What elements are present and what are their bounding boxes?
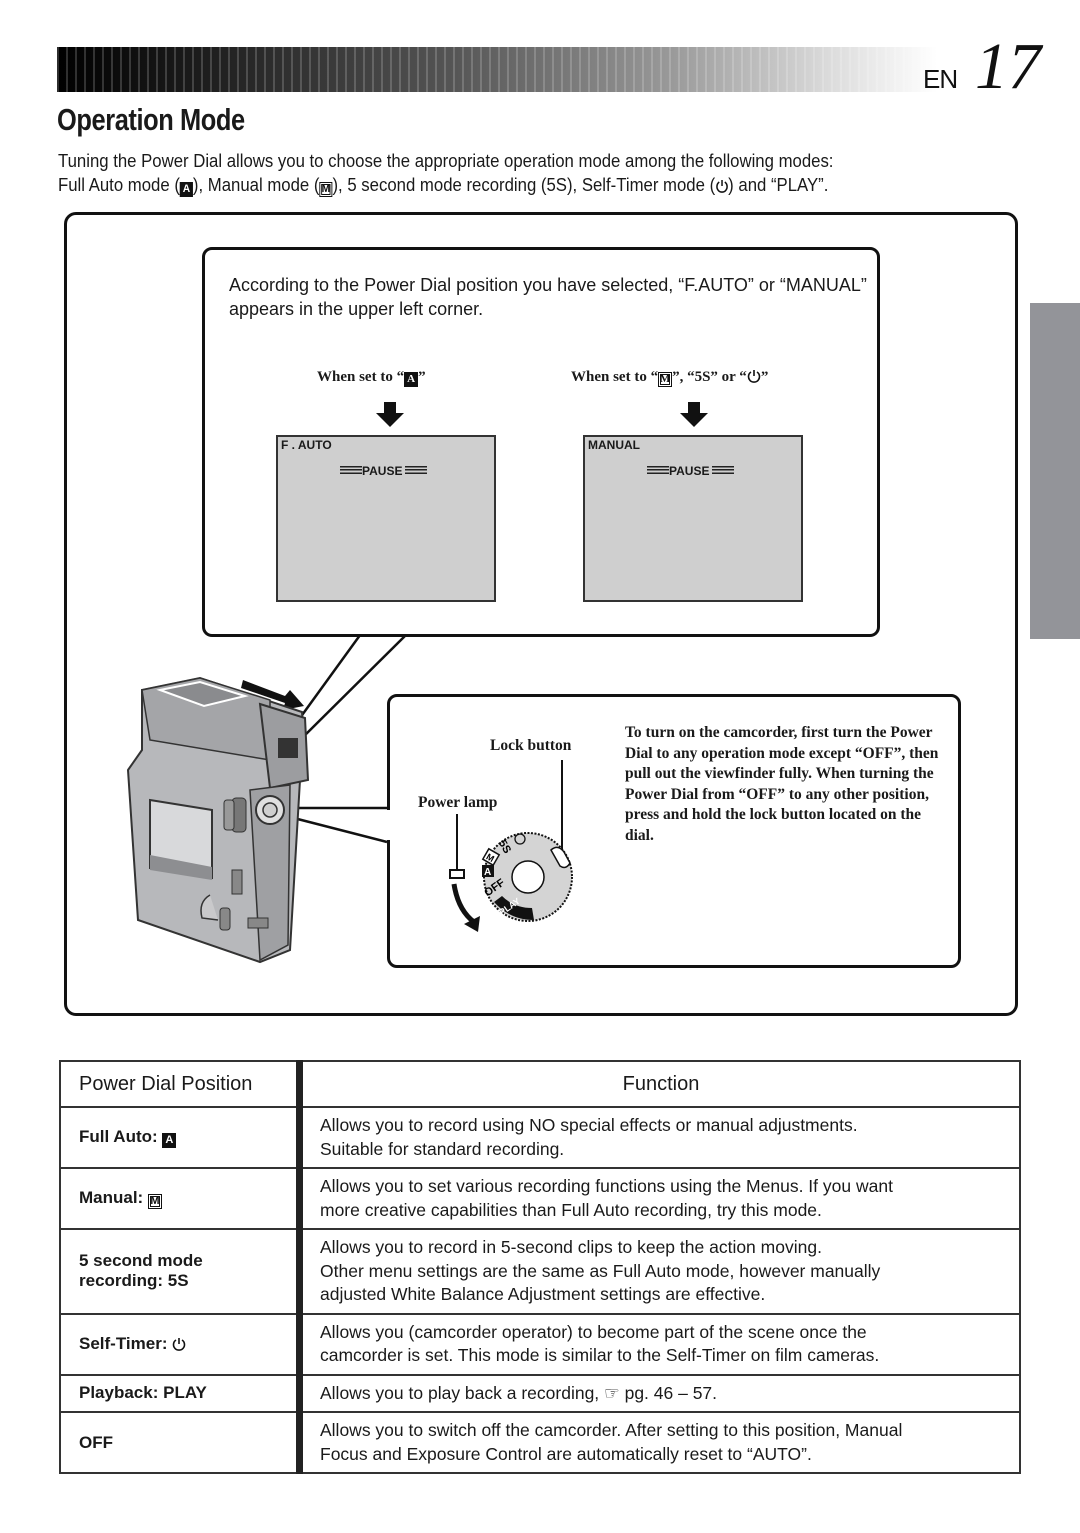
- viewfinder-eyepiece: [278, 738, 298, 758]
- function-line: Allows you to set various recording func…: [320, 1176, 893, 1196]
- function-full-auto: Allows you to record using NO special ef…: [298, 1106, 1021, 1169]
- pause-lines-icon: [405, 466, 428, 474]
- lock-button-label: Lock button: [490, 737, 572, 754]
- screen-preview-auto: F . AUTO PAUSE: [276, 435, 496, 602]
- position-self-timer: Self-Timer:: [59, 1312, 303, 1376]
- function-line: Suitable for standard recording.: [320, 1138, 565, 1159]
- svg-text:A: A: [484, 867, 491, 878]
- full-auto-icon: A: [162, 1133, 177, 1148]
- camcorder-illustration: [126, 676, 310, 964]
- table-row: Full Auto: A Allows you to record using …: [59, 1106, 1021, 1169]
- callout-tail-join: [364, 628, 408, 634]
- function-5s: Allows you to record in 5-second clips t…: [298, 1228, 1021, 1315]
- position-5s: 5 second mode recording: 5S: [59, 1228, 303, 1315]
- label-when-set-manual: When set to “M”, “5S” or “ ”: [571, 369, 768, 387]
- self-timer-icon: [172, 1338, 186, 1351]
- function-line: more creative capabilities than Full Aut…: [320, 1199, 822, 1220]
- function-line: Allows you to play back a recording, ☞ p…: [320, 1382, 718, 1403]
- header-function: Function: [298, 1060, 1021, 1108]
- position-text: Full Auto:: [79, 1127, 163, 1146]
- dial-center: [511, 860, 545, 894]
- power-dial-table: Power Dial Position Function Full Auto: …: [59, 1060, 1021, 1474]
- screen-mode-text: MANUAL: [588, 438, 640, 452]
- label-text: When set to “: [317, 369, 405, 385]
- position-text: Playback: PLAY: [79, 1383, 207, 1403]
- pause-lines-icon: [647, 466, 669, 474]
- function-manual: Allows you to set various recording func…: [298, 1167, 1021, 1230]
- label-text: ”: [418, 369, 426, 385]
- down-arrow-icon: [376, 402, 404, 427]
- power-lamp-icon: [449, 869, 465, 879]
- function-line: camcorder is set. This mode is similar t…: [320, 1345, 880, 1365]
- table-row: Manual: M Allows you to set various reco…: [59, 1167, 1021, 1230]
- function-off: Allows you to switch off the camcorder. …: [298, 1411, 1021, 1474]
- table-row: Self-Timer: Allows you (camcorder operat…: [59, 1312, 1021, 1376]
- header-position: Power Dial Position: [59, 1060, 303, 1108]
- pause-lines-icon: [712, 466, 735, 474]
- position-off: OFF: [59, 1411, 303, 1474]
- position-text: Self-Timer:: [79, 1334, 173, 1353]
- power-on-instructions: To turn on the camcorder, first turn the…: [625, 724, 939, 844]
- pause-text: PAUSE: [362, 464, 403, 478]
- position-full-auto: Full Auto: A: [59, 1106, 303, 1169]
- position-playback: Playback: PLAY: [59, 1373, 303, 1413]
- table-row: OFF Allows you to switch off the camcord…: [59, 1411, 1021, 1474]
- position-text: Manual:: [79, 1188, 148, 1207]
- function-line: Allows you to record in 5-second clips t…: [320, 1237, 822, 1257]
- label-text: ”: [760, 369, 769, 385]
- position-text: 5 second mode recording: 5S: [79, 1251, 203, 1291]
- manual-icon: M: [658, 372, 673, 387]
- display-callout-text: According to the Power Dial position you…: [229, 275, 867, 319]
- function-line: Other menu settings are the same as Full…: [320, 1260, 881, 1281]
- screen-preview-manual: MANUAL PAUSE: [583, 435, 803, 602]
- label-text: ”, “5S” or “: [672, 369, 747, 385]
- rotate-arrow-icon: [451, 883, 476, 924]
- position-manual: Manual: M: [59, 1167, 303, 1230]
- pause-text: PAUSE: [669, 464, 710, 478]
- down-arrow-icon: [680, 402, 708, 427]
- power-dial-diagram: 5S M A OFF PLAY: [449, 760, 573, 932]
- screen-status: PAUSE: [340, 464, 428, 478]
- manual-icon: M: [147, 1194, 162, 1209]
- position-text: OFF: [79, 1432, 113, 1452]
- function-line: Focus and Exposure Control are automatic…: [320, 1443, 812, 1464]
- screen-mode-text: F . AUTO: [281, 438, 332, 452]
- label-when-set-auto: When set to “A”: [317, 369, 426, 387]
- label-text: When set to “: [571, 369, 659, 385]
- table-row: Playback: PLAY Allows you to play back a…: [59, 1373, 1021, 1413]
- full-auto-icon: A: [404, 372, 419, 387]
- function-line: Allows you (camcorder operator) to becom…: [320, 1321, 867, 1342]
- section-tab: [1030, 303, 1080, 639]
- pause-lines-icon: [340, 466, 362, 474]
- table-row: 5 second mode recording: 5S Allows you t…: [59, 1228, 1021, 1315]
- function-playback: Allows you to play back a recording, ☞ p…: [298, 1373, 1021, 1413]
- table-header-row: Power Dial Position Function: [59, 1060, 1021, 1108]
- function-self-timer: Allows you (camcorder operator) to becom…: [298, 1312, 1021, 1376]
- function-line: Allows you to record using NO special ef…: [320, 1115, 858, 1135]
- self-timer-icon: [747, 370, 761, 383]
- function-line: Allows you to switch off the camcorder. …: [320, 1420, 903, 1440]
- callout-tail-join: [384, 810, 390, 840]
- function-line: adjusted White Balance Adjustment settin…: [320, 1284, 766, 1304]
- screen-status: PAUSE: [647, 464, 735, 478]
